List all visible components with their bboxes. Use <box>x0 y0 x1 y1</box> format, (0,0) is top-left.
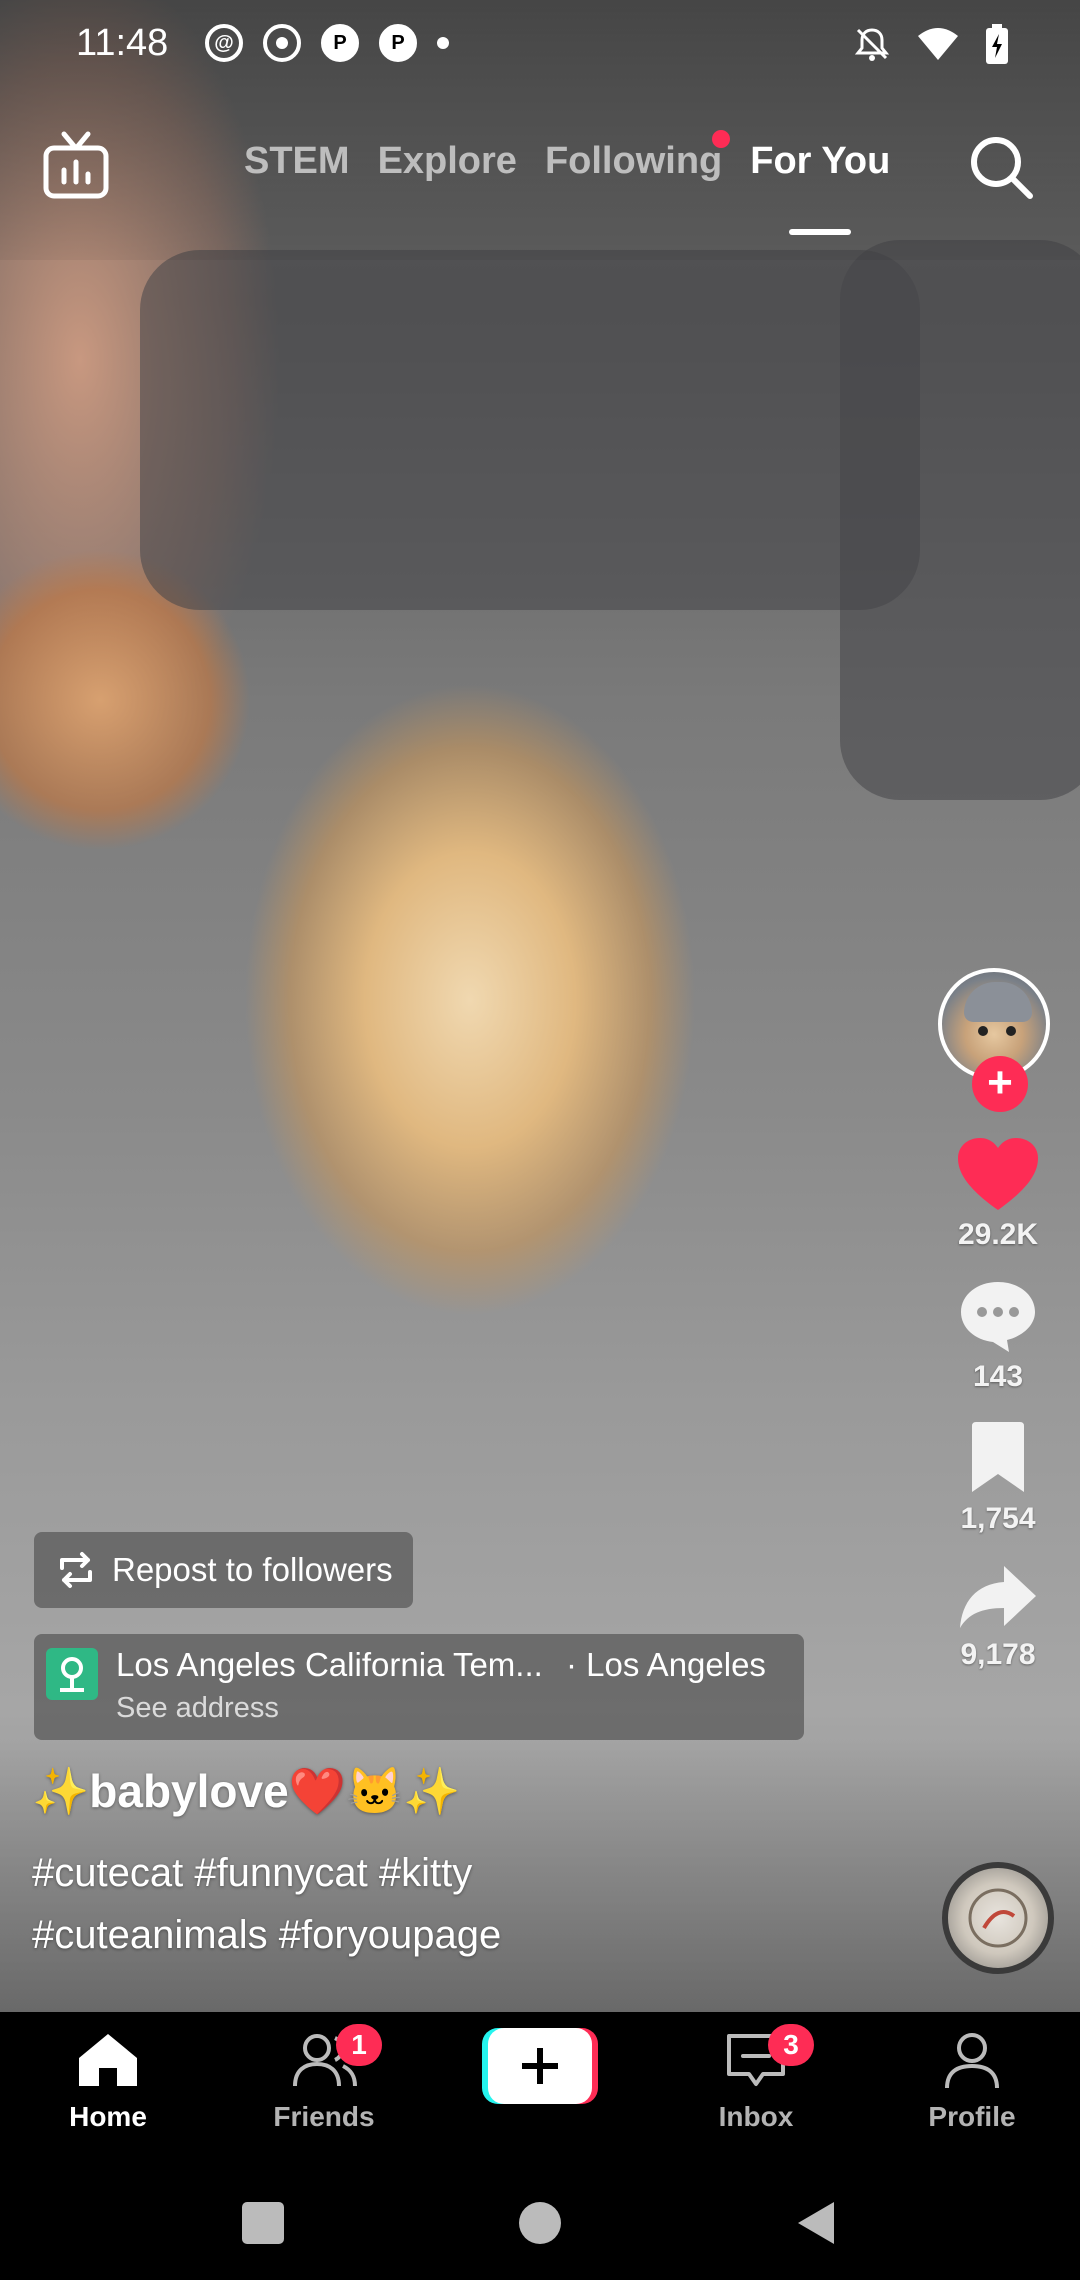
home-system-button[interactable] <box>519 2202 561 2244</box>
nav-friends-label: Friends <box>273 2101 375 2132</box>
creator-avatar-group: + <box>938 968 1058 1112</box>
pinterest-icon: P <box>379 24 417 62</box>
location-title: Los Angeles California Tem... · Los Ange… <box>116 1646 766 1684</box>
location-city: · Los Angeles <box>565 1646 766 1683</box>
like-count: 29.2K <box>957 1218 1039 1251</box>
comment-icon[interactable] <box>957 1278 1039 1354</box>
top-nav: STEM Explore Following For You <box>0 120 1080 230</box>
tab-for-you[interactable]: For You <box>750 140 890 183</box>
system-icons <box>852 24 1010 64</box>
creator-username[interactable]: ✨babylove❤️🐱✨ <box>32 1764 461 1819</box>
sofa-cushion <box>840 240 1080 800</box>
live-tv-icon[interactable] <box>40 130 116 206</box>
save-count: 1,754 <box>960 1502 1036 1535</box>
heart-icon[interactable] <box>956 1136 1040 1212</box>
tab-following[interactable]: Following <box>544 130 731 183</box>
inbox-badge: 3 <box>768 2024 814 2066</box>
back-button[interactable] <box>794 2200 838 2246</box>
repost-button[interactable]: Repost to followers <box>34 1532 413 1608</box>
comment-count: 143 <box>972 1360 1024 1393</box>
threads-icon: @ <box>205 24 243 62</box>
nav-home[interactable]: Home <box>38 2030 178 2133</box>
comment-action[interactable]: 143 <box>938 1278 1058 1394</box>
pinterest-icon: P <box>321 24 359 62</box>
battery-charging-icon <box>986 24 1008 64</box>
nav-friends[interactable]: 1 Friends <box>254 2024 394 2133</box>
notification-icons: @ P P <box>205 24 449 62</box>
music-disc[interactable] <box>942 1862 1054 1974</box>
home-icon <box>79 2034 137 2086</box>
nav-home-label: Home <box>69 2101 147 2132</box>
new-content-dot <box>712 130 731 148</box>
sound-artwork <box>968 1888 1028 1948</box>
follow-button[interactable]: + <box>972 1056 1028 1112</box>
nav-profile-label: Profile <box>928 2101 1016 2132</box>
like-action[interactable]: 29.2K <box>938 1136 1058 1252</box>
repost-label: Repost to followers <box>112 1551 393 1588</box>
location-card[interactable]: Los Angeles California Tem... · Los Ange… <box>34 1634 804 1740</box>
see-address-link[interactable]: See address <box>116 1692 279 1725</box>
record-icon <box>263 24 301 62</box>
sofa-cushion <box>140 250 920 610</box>
system-nav-bar <box>0 2162 1080 2280</box>
friends-badge: 1 <box>336 2024 382 2066</box>
location-pin-icon <box>46 1648 98 1700</box>
bottom-nav: Home 1 Friends 3 Inbox Profile <box>0 2012 1080 2162</box>
share-action[interactable]: 9,178 <box>938 1562 1058 1672</box>
feed-tabs: STEM Explore Following For You <box>244 130 890 183</box>
recents-button[interactable] <box>242 2202 284 2244</box>
create-button[interactable] <box>482 2028 598 2104</box>
profile-icon <box>945 2033 999 2089</box>
search-icon[interactable] <box>964 130 1040 206</box>
more-notifications-dot <box>437 37 449 49</box>
repost-icon <box>60 1552 92 1588</box>
tab-following-label: Following <box>544 140 723 182</box>
status-bar: 11:48 @ P P <box>0 0 1080 90</box>
video-description[interactable]: #cutecat #funnycat #kitty #cuteanimals #… <box>32 1842 592 1966</box>
save-action[interactable]: 1,754 <box>938 1420 1058 1536</box>
tab-stem[interactable]: STEM <box>244 140 350 183</box>
nav-inbox[interactable]: 3 Inbox <box>686 2024 826 2133</box>
wifi-icon <box>918 28 958 60</box>
nav-profile[interactable]: Profile <box>902 2030 1042 2133</box>
status-time: 11:48 <box>76 22 169 64</box>
share-icon[interactable] <box>958 1562 1038 1632</box>
share-count: 9,178 <box>960 1638 1036 1671</box>
action-rail: + 29.2K 143 1,754 9,178 <box>938 968 1058 1672</box>
nav-inbox-label: Inbox <box>718 2101 794 2132</box>
tab-explore[interactable]: Explore <box>378 140 517 183</box>
location-name: Los Angeles California Tem... <box>116 1646 543 1683</box>
create-plus-icon <box>482 2028 598 2104</box>
mute-icon <box>854 28 890 61</box>
bookmark-icon[interactable] <box>966 1420 1030 1496</box>
